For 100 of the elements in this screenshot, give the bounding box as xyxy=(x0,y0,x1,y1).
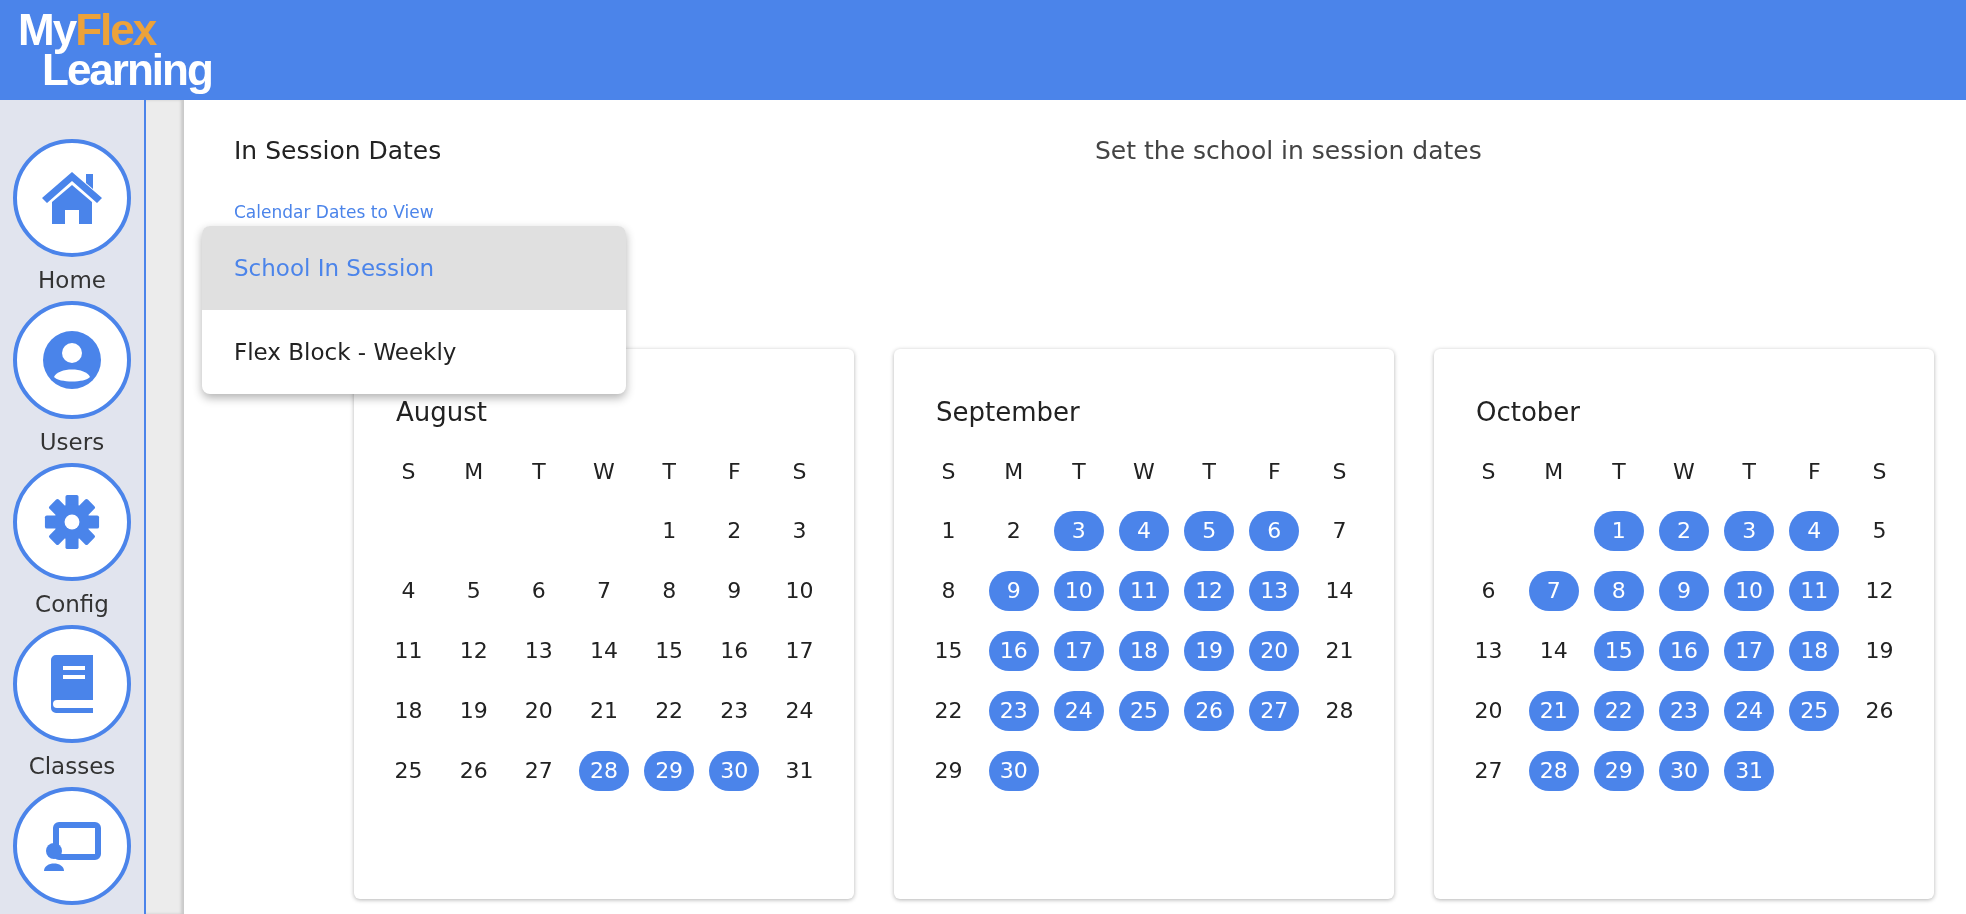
calendar-day[interactable]: 23 xyxy=(988,691,1039,731)
calendar-day[interactable]: 12 xyxy=(1854,571,1905,611)
calendar-day[interactable]: 27 xyxy=(1463,751,1514,791)
calendar-day[interactable]: 28 xyxy=(579,751,629,791)
calendar-day[interactable]: 13 xyxy=(1463,631,1514,671)
calendar-day[interactable]: 6 xyxy=(1249,511,1300,551)
calendar-day[interactable]: 1 xyxy=(644,511,695,551)
calendar-day[interactable]: 15 xyxy=(644,631,695,671)
calendar-day[interactable]: 3 xyxy=(774,511,825,551)
calendar-day[interactable]: 19 xyxy=(448,691,499,731)
calendar-day[interactable]: 22 xyxy=(1593,691,1644,731)
calendar-day[interactable]: 24 xyxy=(774,691,825,731)
calendar-day[interactable]: 18 xyxy=(383,691,434,731)
calendar-day[interactable]: 16 xyxy=(709,631,760,671)
calendar-day[interactable]: 23 xyxy=(709,691,760,731)
calendar-day[interactable]: 15 xyxy=(1593,631,1644,671)
calendar-day[interactable]: 3 xyxy=(1724,511,1775,551)
calendar-day[interactable]: 9 xyxy=(709,571,760,611)
calendar-day[interactable]: 18 xyxy=(1119,631,1169,671)
calendar-day[interactable]: 29 xyxy=(644,751,695,791)
calendar-day[interactable]: 20 xyxy=(1249,631,1300,671)
calendar-day[interactable]: 31 xyxy=(1724,751,1775,791)
calendar-day[interactable]: 4 xyxy=(1119,511,1169,551)
calendar-day[interactable]: 26 xyxy=(1184,691,1235,731)
calendar-day[interactable]: 28 xyxy=(1528,751,1579,791)
calendar-day[interactable]: 28 xyxy=(1314,691,1365,731)
calendar-day[interactable]: 14 xyxy=(1528,631,1579,671)
calendar-day[interactable]: 30 xyxy=(1659,751,1709,791)
logo[interactable]: MyFlex Learning xyxy=(14,6,216,94)
nav-label[interactable]: Home xyxy=(38,265,106,295)
weekday-label: M xyxy=(464,458,484,484)
calendar-day[interactable]: 10 xyxy=(1053,571,1104,611)
calendar-day[interactable]: 13 xyxy=(513,631,564,671)
calendar-day[interactable]: 26 xyxy=(448,751,499,791)
calendar-day[interactable]: 9 xyxy=(988,571,1039,611)
calendar-day[interactable]: 4 xyxy=(383,571,434,611)
calendar-day[interactable]: 7 xyxy=(579,571,629,611)
calendar-day[interactable]: 31 xyxy=(774,751,825,791)
calendar-day[interactable]: 19 xyxy=(1184,631,1235,671)
calendar-day[interactable]: 24 xyxy=(1724,691,1775,731)
nav-label[interactable]: Config xyxy=(35,589,109,619)
calendar-day[interactable]: 21 xyxy=(1528,691,1579,731)
nav-label[interactable]: Classes xyxy=(28,751,116,781)
calendar-day[interactable]: 16 xyxy=(988,631,1039,671)
weekday-label: S xyxy=(1872,458,1887,484)
calendar-day[interactable]: 25 xyxy=(1789,691,1840,731)
calendar-day[interactable]: 2 xyxy=(988,511,1039,551)
calendar-day[interactable]: 12 xyxy=(448,631,499,671)
calendar-day[interactable]: 4 xyxy=(1789,511,1840,551)
calendar-day[interactable]: 16 xyxy=(1659,631,1709,671)
calendar-day[interactable]: 21 xyxy=(579,691,629,731)
calendar-day[interactable]: 1 xyxy=(923,511,974,551)
calendar-day[interactable]: 22 xyxy=(923,691,974,731)
calendar-day[interactable]: 25 xyxy=(383,751,434,791)
calendar-day[interactable]: 22 xyxy=(644,691,695,731)
nav-label[interactable]: Users xyxy=(39,427,105,457)
calendar-day[interactable]: 6 xyxy=(513,571,564,611)
calendar-day[interactable]: 8 xyxy=(1593,571,1644,611)
calendar-day[interactable]: 29 xyxy=(923,751,974,791)
calendar-day[interactable]: 17 xyxy=(1724,631,1775,671)
calendar-day[interactable]: 18 xyxy=(1789,631,1840,671)
calendar-day[interactable]: 7 xyxy=(1314,511,1365,551)
calendar-day[interactable]: 2 xyxy=(1659,511,1709,551)
calendar-day[interactable]: 8 xyxy=(644,571,695,611)
calendar-day[interactable]: 11 xyxy=(383,631,434,671)
calendar-day[interactable]: 15 xyxy=(923,631,974,671)
calendar-day[interactable]: 5 xyxy=(1184,511,1235,551)
menu-option[interactable]: Flex Block - Weekly xyxy=(202,310,626,394)
calendar-day[interactable]: 23 xyxy=(1659,691,1709,731)
calendar-day[interactable]: 14 xyxy=(579,631,629,671)
calendar-day[interactable]: 30 xyxy=(709,751,760,791)
calendar-day[interactable]: 1 xyxy=(1593,511,1644,551)
calendar-day[interactable]: 13 xyxy=(1249,571,1300,611)
calendar-day[interactable]: 20 xyxy=(1463,691,1514,731)
calendar-day[interactable]: 2 xyxy=(709,511,760,551)
calendar-day[interactable]: 21 xyxy=(1314,631,1365,671)
calendar-day[interactable]: 14 xyxy=(1314,571,1365,611)
calendar-day[interactable]: 17 xyxy=(774,631,825,671)
calendar-day[interactable]: 7 xyxy=(1528,571,1579,611)
calendar-day[interactable]: 30 xyxy=(988,751,1039,791)
calendar-day[interactable]: 10 xyxy=(774,571,825,611)
calendar-day[interactable]: 6 xyxy=(1463,571,1514,611)
calendar-day[interactable]: 10 xyxy=(1724,571,1775,611)
calendar-day[interactable]: 11 xyxy=(1119,571,1169,611)
calendar-day[interactable]: 3 xyxy=(1053,511,1104,551)
calendar-day[interactable]: 9 xyxy=(1659,571,1709,611)
calendar-day[interactable]: 5 xyxy=(448,571,499,611)
calendar-day[interactable]: 24 xyxy=(1053,691,1104,731)
calendar-day[interactable]: 27 xyxy=(513,751,564,791)
calendar-day[interactable]: 11 xyxy=(1789,571,1840,611)
calendar-day[interactable]: 26 xyxy=(1854,691,1905,731)
calendar-day[interactable]: 8 xyxy=(923,571,974,611)
calendar-day[interactable]: 27 xyxy=(1249,691,1300,731)
calendar-day[interactable]: 17 xyxy=(1053,631,1104,671)
calendar-day[interactable]: 25 xyxy=(1119,691,1169,731)
calendar-day[interactable]: 12 xyxy=(1184,571,1235,611)
calendar-day[interactable]: 20 xyxy=(513,691,564,731)
calendar-day[interactable]: 29 xyxy=(1593,751,1644,791)
calendar-day[interactable]: 5 xyxy=(1854,511,1905,551)
calendar-day[interactable]: 19 xyxy=(1854,631,1905,671)
